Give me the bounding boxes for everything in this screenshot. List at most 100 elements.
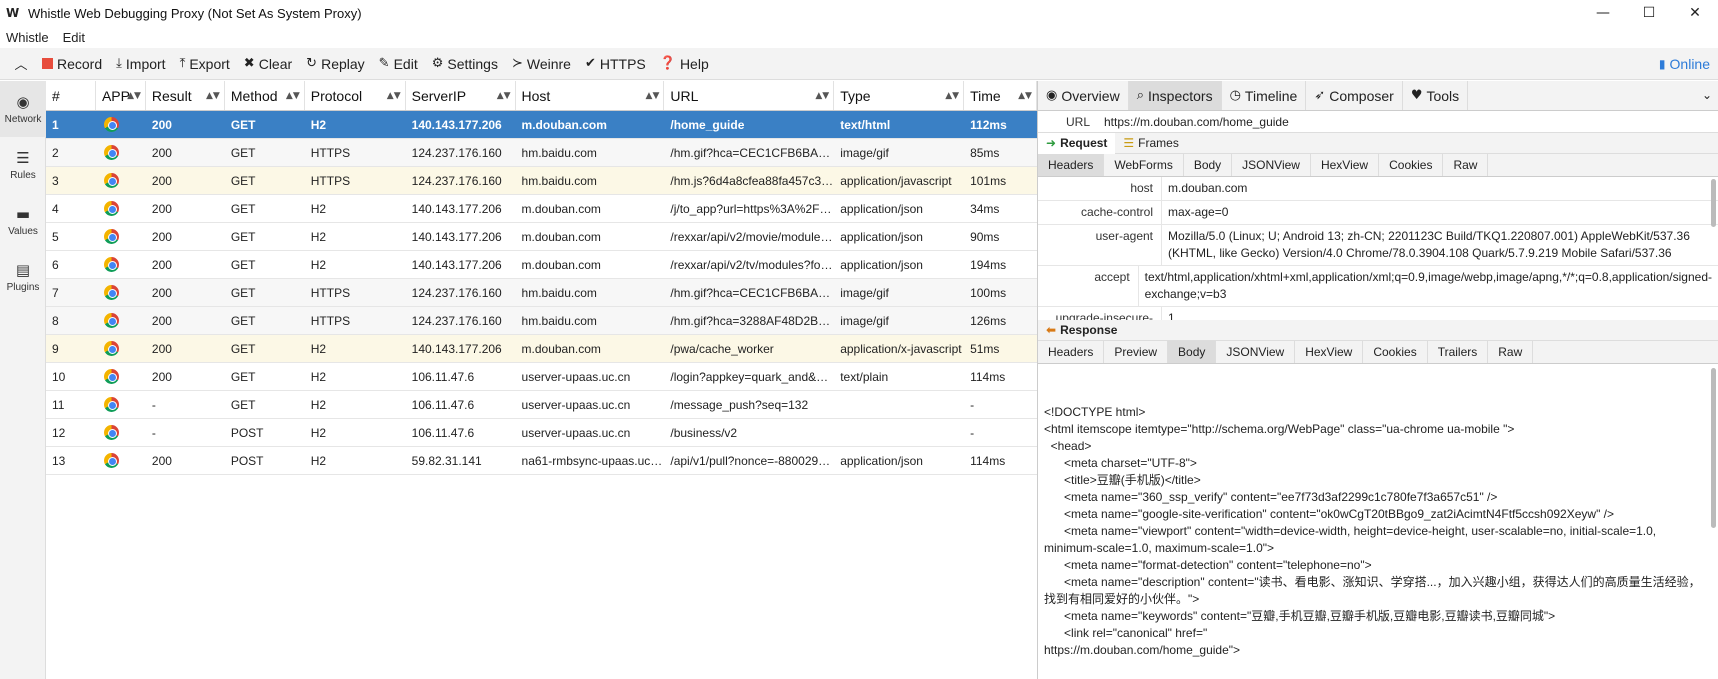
table-row[interactable]: 5 200 GET H2 140.143.177.206 m.douban.com/rex… xyxy=(46,223,1037,251)
res-tab-body[interactable]: Body xyxy=(1168,341,1217,363)
req-tab-headers[interactable]: Headers xyxy=(1038,154,1105,176)
table-row[interactable]: 6 200 GET H2 140.143.177.206 m.douban.com/rex… xyxy=(46,251,1037,279)
tab-inspectors[interactable]: ⌕ Inspectors xyxy=(1128,81,1222,110)
req-tab-webforms[interactable]: WebForms xyxy=(1104,154,1184,176)
chrome-icon xyxy=(103,425,119,440)
col-serverip[interactable]: ServerIP ▲▼ xyxy=(406,81,516,110)
cell-url: /pwa/cache_worker xyxy=(670,341,774,356)
nav-values[interactable]: ▬ Values xyxy=(0,193,46,249)
table-row[interactable]: 9 200 GET H2 140.143.177.206 m.douban.com/pwa… xyxy=(46,335,1037,363)
table-row[interactable]: 2 200 GET HTTPS 124.237.176.160 hm.baidu.com /… xyxy=(46,139,1037,167)
res-tab-jsonview[interactable]: JSONView xyxy=(1216,341,1296,363)
close-button[interactable]: ✕ xyxy=(1672,0,1718,26)
frames-tab[interactable]: ☰ Frames xyxy=(1115,133,1186,154)
response-body[interactable]: <!DOCTYPE html> <html itemscope itemtype=… xyxy=(1038,364,1718,662)
arrow-left-icon: ⬅ xyxy=(1046,323,1057,337)
import-button[interactable]: ⤓ Import xyxy=(116,56,165,72)
res-tab-headers[interactable]: Headers xyxy=(1038,341,1105,363)
title-bar: W Whistle Web Debugging Proxy (Not Set A… xyxy=(0,0,1718,26)
nav-rules[interactable]: ☰ Rules xyxy=(0,137,46,193)
col-time[interactable]: Time ▲▼ xyxy=(964,81,1037,110)
cell-result: 200 xyxy=(151,285,172,300)
res-tab-hexview[interactable]: HexView xyxy=(1295,341,1364,363)
req-tab-jsonview[interactable]: JSONView xyxy=(1232,154,1311,176)
col-protocol[interactable]: Protocol ▲▼ xyxy=(305,81,406,110)
cell-ip: 140.143.177.206 xyxy=(411,341,502,356)
table-row[interactable]: 7 200 GET HTTPS 124.237.176.160 hm.baidu.com /… xyxy=(46,279,1037,307)
col-app-label: APP xyxy=(101,87,130,104)
plugins-icon: ▤ xyxy=(15,261,31,279)
clear-button[interactable]: ✖ Clear xyxy=(244,56,292,72)
edit-button[interactable]: ✎ Edit xyxy=(379,56,418,72)
request-section[interactable]: ➜ Request xyxy=(1038,132,1116,154)
cell-host: userver-upaas.uc.cn xyxy=(521,369,631,384)
chevron-down-icon[interactable]: ⌄ xyxy=(1702,88,1712,102)
record-button[interactable]: Record xyxy=(42,56,102,72)
col-app[interactable]: APP ▲▼ xyxy=(96,81,146,110)
cell-ip: 140.143.177.206 xyxy=(411,201,502,216)
cell-time: 90ms xyxy=(970,229,1000,244)
cell-app xyxy=(96,173,146,188)
table-row[interactable]: 1 200 GET H2 140.143.177.206 m.douban.com/hom… xyxy=(46,111,1037,139)
chrome-icon xyxy=(103,257,119,272)
table-row[interactable]: 11 - GET H2 106.11.47.6 userver-upaas.uc.cn/m… xyxy=(46,391,1037,419)
table-row[interactable]: 3 200 GET HTTPS 124.237.176.160 hm.baidu.com /… xyxy=(46,167,1037,195)
weinre-button[interactable]: ≻ Weinre xyxy=(512,56,571,72)
req-tab-raw[interactable]: Raw xyxy=(1443,154,1489,176)
col-host[interactable]: Host ▲▼ xyxy=(516,81,665,110)
cell-protocol: H2 xyxy=(310,257,327,272)
table-row[interactable]: 4 200 GET H2 140.143.177.206 m.douban.com/j/t… xyxy=(46,195,1037,223)
online-status[interactable]: ▮ Online xyxy=(1659,48,1710,80)
https-button[interactable]: ✔ HTTPS xyxy=(585,56,646,72)
cell-url: /j/to_app?url=https%3A%2F… xyxy=(670,201,832,216)
nav-network[interactable]: ◉ Network xyxy=(0,81,46,137)
tab-overview[interactable]: ◉ Overview xyxy=(1038,81,1129,110)
collapse-toolbar-icon[interactable]: ︿ xyxy=(0,54,42,73)
res-tab-raw[interactable]: Raw xyxy=(1488,341,1534,363)
tab-tools[interactable]: ♥ Tools xyxy=(1403,81,1469,110)
col-method[interactable]: Method ▲▼ xyxy=(225,81,305,110)
req-tab-hexview[interactable]: HexView xyxy=(1311,154,1380,176)
menu-edit[interactable]: Edit xyxy=(63,30,85,45)
cell-url: /api/v1/pull?nonce=-880029… xyxy=(670,453,831,468)
cell-protocol: HTTPS xyxy=(310,285,351,300)
maximize-button[interactable]: ☐ xyxy=(1626,0,1672,26)
col-url[interactable]: URL ▲▼ xyxy=(664,81,835,110)
header-value: text/html,application/xhtml+xml,applicat… xyxy=(1144,270,1712,301)
req-tab-body[interactable]: Body xyxy=(1184,154,1233,176)
body-line: <title>豆瓣(手机版)</title> xyxy=(1044,473,1201,487)
export-button[interactable]: ⤒ Export xyxy=(180,56,230,72)
cell-url: /home_guide xyxy=(670,117,745,132)
help-button[interactable]: ❓ Help xyxy=(660,56,709,72)
table-row[interactable]: 13 200 POST H2 59.82.31.141 na61-rmbsync-upaa… xyxy=(46,447,1037,475)
res-tab-preview[interactable]: Preview xyxy=(1104,341,1169,363)
res-tab-cookies[interactable]: Cookies xyxy=(1363,341,1428,363)
tab-timeline[interactable]: ◷ Timeline xyxy=(1222,81,1307,110)
response-section[interactable]: ⬅ Response xyxy=(1038,320,1125,341)
nav-plugins[interactable]: ▤ Plugins xyxy=(0,249,46,305)
cell-method: GET xyxy=(230,341,256,356)
header-value: max-age=0 xyxy=(1168,205,1229,219)
cell-url: /rexxar/api/v2/movie/module… xyxy=(670,229,833,244)
table-row[interactable]: 10 200 GET H2 106.11.47.6 userver-upaas.uc.cn… xyxy=(46,363,1037,391)
minimize-button[interactable]: — xyxy=(1580,0,1626,26)
header-row: host m.douban.com xyxy=(1038,177,1718,201)
settings-button[interactable]: ⚙ Settings xyxy=(432,56,498,72)
table-row[interactable]: 12 - POST H2 106.11.47.6 userver-upaas.uc.cn /… xyxy=(46,419,1037,447)
req-tab-cookies[interactable]: Cookies xyxy=(1379,154,1444,176)
res-tab-trailers[interactable]: Trailers xyxy=(1428,341,1489,363)
body-scrollbar[interactable] xyxy=(1711,368,1716,528)
import-label: Import xyxy=(125,55,166,72)
menu-whistle[interactable]: Whistle xyxy=(6,30,49,45)
col-result[interactable]: Result ▲▼ xyxy=(146,81,225,110)
table-row[interactable]: 8 200 GET HTTPS 124.237.176.160 hm.baidu.com /… xyxy=(46,307,1037,335)
url-value[interactable]: https://m.douban.com/home_guide xyxy=(1098,115,1289,129)
sort-icon: ▲▼ xyxy=(1018,90,1032,101)
col-num[interactable]: # xyxy=(46,81,96,110)
cell-method: POST xyxy=(230,453,264,468)
tab-composer[interactable]: ➶ Composer xyxy=(1306,81,1403,110)
replay-button[interactable]: ↻ Replay xyxy=(306,56,365,72)
https-label: HTTPS xyxy=(599,55,646,72)
col-type[interactable]: Type ▲▼ xyxy=(834,81,965,110)
headers-scrollbar[interactable] xyxy=(1711,179,1716,227)
